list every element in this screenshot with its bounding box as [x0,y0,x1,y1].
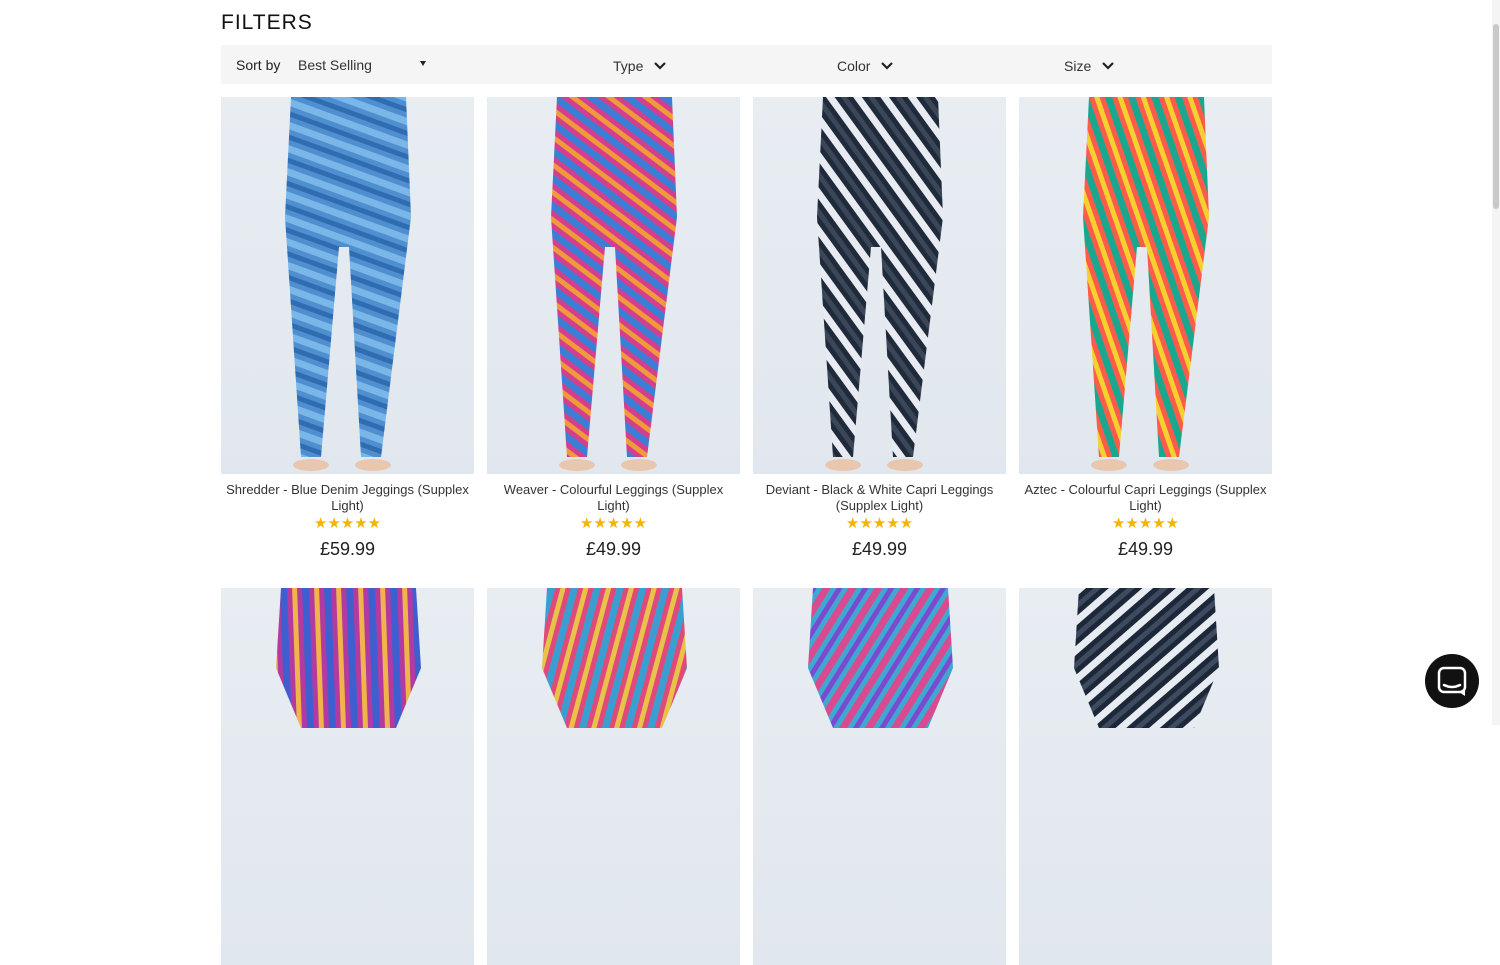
product-image[interactable] [221,97,474,474]
product-price: £49.99 [851,539,908,559]
size-filter-dropdown[interactable]: Size [1064,58,1115,74]
product-photo [1074,588,1219,728]
product-image[interactable] [487,588,740,965]
product-image[interactable] [221,588,474,965]
type-filter-label: Type [613,58,644,74]
color-filter-label: Color [837,58,871,74]
chevron-down-icon [1102,62,1115,70]
foot-shape [293,459,329,471]
chat-launcher-button[interactable] [1425,654,1479,708]
leggings-shape [542,588,687,728]
product-price: £49.99 [585,539,642,559]
color-filter-dropdown[interactable]: Color [837,58,894,74]
type-filter-dropdown[interactable]: Type [613,58,667,74]
caret-down-icon [420,61,426,66]
foot-shape [887,459,923,471]
product-image[interactable] [753,97,1006,474]
product-photo [808,588,953,728]
product-name[interactable]: Shredder - Blue Denim Jeggings (Supplex … [221,482,474,514]
product-price: £49.99 [1117,539,1174,559]
product-photo [817,97,943,471]
product-photo [285,97,411,471]
star-rating: ★★★★★ [579,515,648,532]
chat-icon [1437,666,1467,696]
product-photo [1083,97,1209,471]
product-image[interactable] [753,588,1006,965]
leggings-shape [551,97,677,457]
product-image[interactable] [1019,97,1272,474]
product-photo [542,588,687,728]
leggings-shape [276,588,421,728]
leggings-shape [1083,97,1209,457]
product-name[interactable]: Weaver - Colourful Leggings (Supplex Lig… [487,482,740,514]
chevron-down-icon [881,62,894,70]
foot-shape [825,459,861,471]
foot-shape [1153,459,1189,471]
product-photo [551,97,677,471]
foot-shape [1091,459,1127,471]
leggings-shape [817,97,943,457]
foot-shape [355,459,391,471]
star-rating: ★★★★★ [1111,515,1180,532]
star-rating: ★★★★★ [845,515,914,532]
product-name[interactable]: Deviant - Black & White Capri Leggings (… [753,482,1006,514]
sort-select-value: Best Selling [298,57,372,73]
filter-bar: Sort by Best Selling Type Color Size [221,45,1272,84]
scrollbar-thumb[interactable] [1493,24,1499,209]
product-image[interactable] [487,97,740,474]
foot-shape [559,459,595,471]
product-image[interactable] [1019,588,1272,965]
product-name[interactable]: Aztec - Colourful Capri Leggings (Supple… [1019,482,1272,514]
sort-select[interactable]: Best Selling [298,57,426,75]
star-rating: ★★★★★ [313,515,382,532]
leggings-shape [1074,588,1219,728]
leggings-shape [808,588,953,728]
product-price: £59.99 [319,539,376,559]
page-scrollbar[interactable] [1492,0,1500,725]
sort-by-label: Sort by [236,57,281,73]
size-filter-label: Size [1064,58,1092,74]
leggings-shape [285,97,411,457]
chevron-down-icon [654,62,667,70]
foot-shape [621,459,657,471]
filters-heading: FILTERS [221,11,313,34]
product-photo [276,588,421,728]
